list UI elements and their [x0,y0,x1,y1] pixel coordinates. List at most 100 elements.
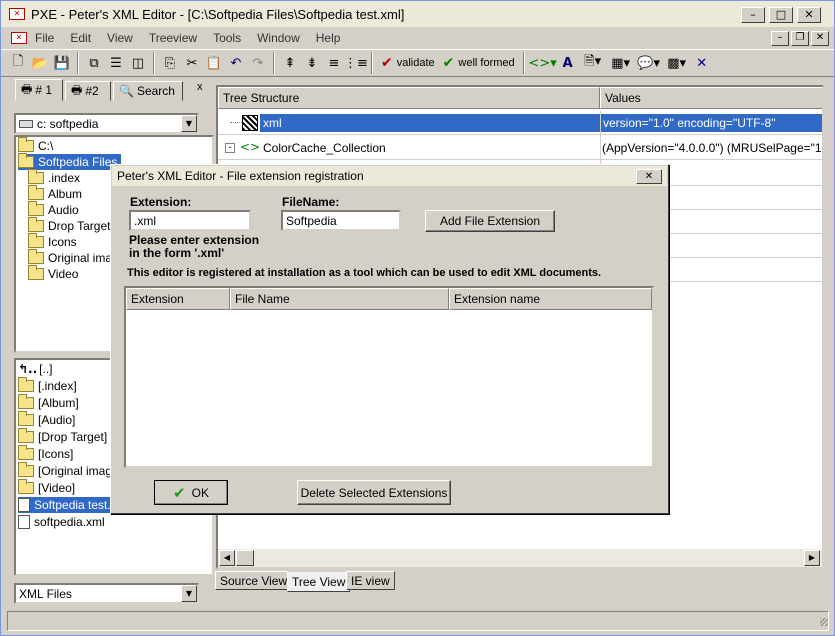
mdi-restore-icon[interactable]: ❐ [791,31,809,46]
close-icon[interactable]: ✕ [797,7,821,23]
folder-item[interactable]: Audio [28,201,79,218]
menu-view[interactable]: View [99,31,141,45]
doc-logo-icon: ✕ [11,32,27,44]
tree-row[interactable]: xml version="1.0" encoding="UTF-8" [218,111,822,135]
folder-open-icon [18,137,34,152]
tab-tree-view[interactable]: Tree View [287,571,351,592]
list-item[interactable]: [Icons] [18,445,73,462]
chevron-down-icon[interactable]: ▼ [181,115,197,132]
folder-label: C:\ [38,139,54,153]
ok-button[interactable]: ✔ OK [154,480,228,505]
col-extension[interactable]: Extension [126,288,230,310]
menu-tools[interactable]: Tools [205,31,249,45]
list-item-label: [Video] [38,481,76,495]
save-icon[interactable]: 💾 [51,52,73,74]
tree-value: (AppVersion="4.0.0.0") (MRUSelPage="1") [602,141,822,155]
chevron-down-icon[interactable]: ▼ [181,585,197,602]
menu-help[interactable]: Help [308,31,349,45]
tab-search[interactable]: 🔍 Search [113,81,183,101]
tag-icon[interactable]: <>▾ [528,52,556,74]
validate-button[interactable]: ✔ validate [377,52,439,74]
delete-selected-extensions-button[interactable]: Delete Selected Extensions [297,480,451,505]
list-item[interactable]: [Video] [18,479,76,496]
grid-icon[interactable]: ▦▾ [607,52,635,74]
paste-icon[interactable]: 📋 [203,52,225,74]
scroll-thumb[interactable] [236,550,254,566]
redo-icon[interactable]: ↷ [247,52,269,74]
folder-item[interactable]: C:\ [18,137,54,154]
xml-node-icon [242,115,258,131]
tab-tree-view-label: Tree View [292,574,346,589]
list-item[interactable]: [Audio] [18,411,75,428]
scroll-right-icon[interactable]: ▶ [804,550,820,566]
sort-icon[interactable]: ⇟ [301,52,323,74]
file-filter-select[interactable]: XML Files ▼ [14,583,199,604]
tab-2[interactable]: 🖶 #2 [65,81,111,101]
menu-treeview[interactable]: Treeview [141,31,205,45]
status-bar [7,611,829,631]
folder-item[interactable]: Icons [28,233,77,250]
horizontal-scrollbar[interactable]: ◀ ▶ [218,549,822,567]
collapse-icon[interactable]: - [225,143,235,153]
well-formed-button[interactable]: ✔ well formed [439,52,519,74]
list-item[interactable]: ↰.. [..] [18,361,53,377]
maximize-icon[interactable]: □ [769,7,793,23]
minimize-icon[interactable]: – [741,7,765,23]
folder-item-selected[interactable]: Softpedia Files [18,153,122,170]
col-tree-structure[interactable]: Tree Structure [218,87,600,109]
list-icon[interactable]: ≡ [323,52,345,74]
tab-2-label: #2 [85,84,99,98]
list-item[interactable]: [.index] [18,377,77,394]
col-file-name[interactable]: File Name [230,288,449,310]
list-item[interactable]: [Album] [18,394,79,411]
extension-input[interactable]: .xml [129,210,251,231]
toolbar: 🗋 📂 💾 ⧉ ☰ ◫ ⎘ ✂ 📋 ↶ ↷ ⇞ ⇟ ≡ ⋮≡ ✔ validate… [1,49,834,77]
cascade-icon[interactable]: ⧉ [83,52,105,74]
qr-icon[interactable]: ▩▾ [663,52,691,74]
resize-grip-icon[interactable] [820,618,828,626]
tab-source-view[interactable]: Source View [215,571,293,590]
tab-ie-view[interactable]: IE view [346,571,395,590]
cut-icon[interactable]: ✂ [181,52,203,74]
validate-label: validate [396,57,435,69]
new-file-icon[interactable]: 🗋 [7,52,29,74]
xslt-icon[interactable]: ✕ [691,52,713,74]
mdi-close-icon[interactable]: ✕ [811,31,829,46]
tree-row[interactable]: - <> ColorCache_Collection (AppVersion="… [218,136,822,160]
tile-horizontal-icon[interactable]: ☰ [105,52,127,74]
mdi-minimize-icon[interactable]: – [771,31,789,46]
tab-1[interactable]: 🖶 # 1 [15,79,63,101]
panel-close-icon[interactable]: x [197,81,203,93]
folder-icon [18,377,34,392]
folder-item[interactable]: Album [28,185,82,202]
folder-item[interactable]: Drop Target [28,217,110,234]
list-item-label: softpedia.xml [34,515,105,529]
col-values[interactable]: Values [600,87,822,109]
comment-icon[interactable]: 💬▾ [635,52,663,74]
document-icon[interactable]: 🗎▾ [579,52,607,74]
font-icon[interactable]: A [557,52,579,74]
drive-select[interactable]: c: softpedia ▼ [14,113,199,134]
wellformed-check-icon: ✔ [442,55,455,71]
col-extension-name[interactable]: Extension name [449,288,652,310]
indent-icon[interactable]: ⇞ [279,52,301,74]
filename-input[interactable]: Softpedia [281,210,401,231]
undo-icon[interactable]: ↶ [225,52,247,74]
folder-item[interactable]: Video [28,265,78,282]
folder-icon [18,462,34,477]
scroll-left-icon[interactable]: ◀ [219,550,235,566]
list-item[interactable]: softpedia.xml [18,514,105,530]
menu-window[interactable]: Window [249,31,308,45]
menu-edit[interactable]: Edit [62,31,99,45]
add-file-extension-button[interactable]: Add File Extension [425,210,555,232]
file-filter-value: XML Files [19,586,72,601]
tab-ie-view-label: IE view [351,573,390,588]
open-folder-icon[interactable]: 📂 [29,52,51,74]
folder-item[interactable]: .index [28,169,80,186]
copy-icon[interactable]: ⎘ [159,52,181,74]
list-item[interactable]: [Drop Target] [18,428,107,445]
tile-vertical-icon[interactable]: ◫ [127,52,149,74]
menu-file[interactable]: File [27,31,62,45]
dialog-close-icon[interactable]: ✕ [636,169,662,184]
outline-icon[interactable]: ⋮≡ [344,52,368,74]
